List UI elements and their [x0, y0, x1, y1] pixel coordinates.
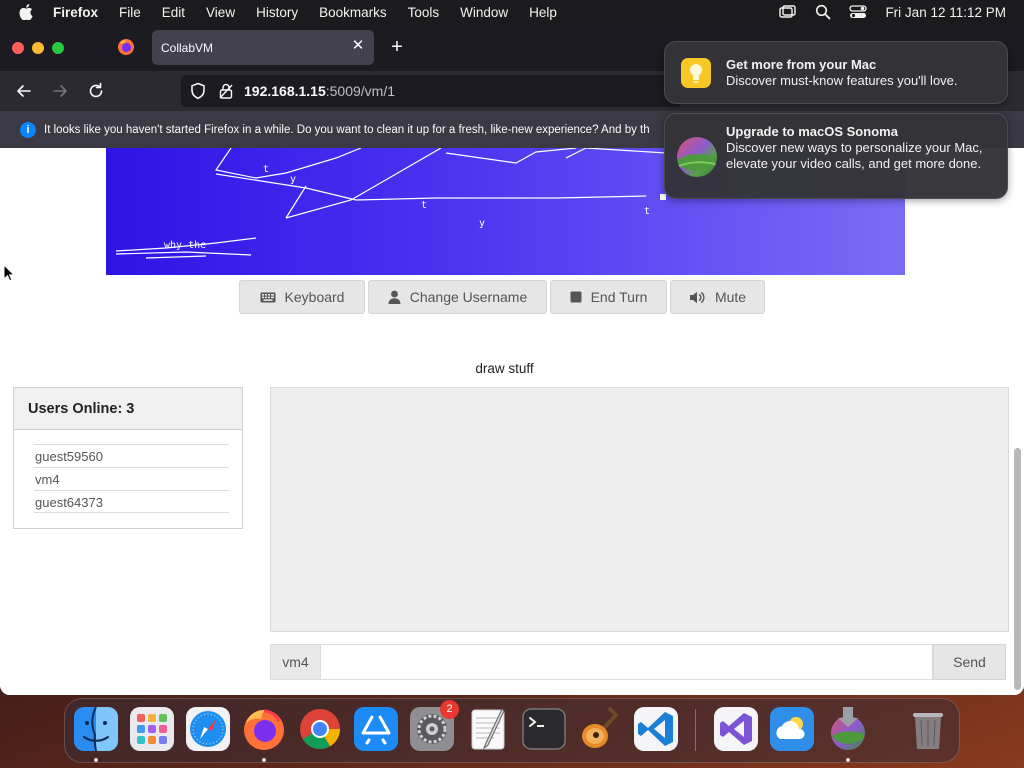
tips-lightbulb-icon	[676, 53, 716, 93]
dock-separator	[695, 709, 696, 751]
menu-firefox[interactable]: Firefox	[53, 5, 98, 20]
users-online-panel: Users Online: 3 guest59560 vm4 guest6437…	[13, 387, 243, 529]
zoom-window-button[interactable]	[52, 41, 64, 54]
speaker-icon	[689, 291, 706, 304]
users-list: guest59560 vm4 guest64373	[14, 430, 242, 513]
address-bar[interactable]: 192.168.1.15:5009/vm/1	[181, 75, 681, 107]
chat-message-input[interactable]	[320, 644, 933, 680]
close-window-button[interactable]	[12, 41, 24, 54]
finder-running-indicator	[94, 758, 98, 762]
vm-scribble-2: y	[290, 174, 296, 185]
firefox-view-icon[interactable]	[117, 38, 135, 56]
menu-file[interactable]: File	[119, 5, 141, 20]
screen-mirroring-icon[interactable]	[779, 4, 797, 20]
spotlight-search-icon[interactable]	[814, 4, 832, 20]
change-username-button[interactable]: Change Username	[368, 280, 547, 314]
infobar-message: It looks like you haven't started Firefo…	[44, 123, 650, 136]
notification-tips[interactable]: Get more from your Mac Discover must-kno…	[664, 41, 1008, 104]
menu-tools[interactable]: Tools	[408, 5, 440, 20]
vm-scribble-1: t	[263, 164, 269, 175]
page-scrollbar[interactable]	[1014, 448, 1021, 690]
minimize-window-button[interactable]	[32, 41, 44, 54]
change-username-button-label: Change Username	[409, 289, 528, 305]
chat-username-label: vm4	[270, 644, 320, 680]
macos-sonoma-icon	[676, 136, 717, 177]
dock-visual-studio-icon[interactable]	[712, 705, 760, 753]
menu-window[interactable]: Window	[460, 5, 508, 20]
mouse-pointer-icon	[3, 263, 16, 282]
page-content: t y t y t why the Keyboard Change Userna…	[0, 148, 1024, 695]
vm-motd: draw stuff	[475, 361, 534, 376]
dock-finder-icon[interactable]	[72, 705, 120, 753]
keyboard-icon	[260, 292, 276, 303]
dock-terminal-icon[interactable]	[520, 705, 568, 753]
tracking-protection-shield-icon[interactable]	[189, 82, 207, 100]
dock: 2	[64, 698, 960, 763]
send-button[interactable]: Send	[933, 644, 1006, 680]
firefox-running-indicator	[262, 758, 266, 762]
insecure-lock-icon[interactable]	[219, 83, 233, 99]
menu-edit[interactable]: Edit	[162, 5, 185, 20]
vm-scribble-3: t	[421, 200, 427, 211]
url-host: 192.168.1.15	[244, 83, 326, 99]
vm-control-buttons: Keyboard Change Username End Turn Mute	[239, 280, 768, 314]
end-turn-button-label: End Turn	[590, 289, 648, 305]
dock-app-store-icon[interactable]	[352, 705, 400, 753]
user-icon	[388, 290, 401, 304]
info-icon: i	[20, 121, 36, 138]
dock-weather-icon[interactable]	[768, 705, 816, 753]
menubar-clock[interactable]: Fri Jan 12 11:12 PM	[885, 5, 1006, 20]
dock-garageband-icon[interactable]	[576, 705, 624, 753]
chat-messages-area[interactable]	[270, 387, 1009, 632]
vm-scribble-5: t	[644, 206, 650, 217]
notification-title: Get more from your Mac	[726, 57, 877, 72]
window-controls	[12, 41, 72, 54]
forward-button[interactable]	[50, 81, 70, 101]
url-path: :5009/vm/1	[325, 83, 396, 99]
dock-textedit-icon[interactable]	[464, 705, 512, 753]
close-tab-icon[interactable]: ✕	[351, 38, 365, 53]
notification-badge: 2	[440, 700, 459, 719]
dock-chrome-icon[interactable]	[296, 705, 344, 753]
tab-collabvm[interactable]: CollabVM ✕	[152, 30, 374, 65]
mute-button-label: Mute	[714, 289, 747, 305]
vm-scribble-4: y	[479, 218, 485, 229]
menu-bookmarks[interactable]: Bookmarks	[319, 5, 387, 20]
apple-logo-icon[interactable]	[19, 2, 39, 22]
user-list-item[interactable]: vm4	[34, 467, 229, 490]
menu-bar: Firefox File Edit View History Bookmarks…	[0, 0, 1024, 24]
reload-button[interactable]	[86, 81, 106, 101]
control-center-icon[interactable]	[849, 4, 868, 20]
new-tab-button[interactable]: +	[387, 37, 407, 57]
stop-icon	[570, 291, 582, 303]
notification-title: Upgrade to macOS Sonoma	[726, 124, 898, 139]
menu-help[interactable]: Help	[529, 5, 557, 20]
chat-input-row: vm4 Send	[270, 644, 1006, 680]
menu-view[interactable]: View	[206, 5, 235, 20]
tab-title: CollabVM	[161, 40, 214, 55]
installer-running-indicator	[846, 758, 850, 762]
mute-button[interactable]: Mute	[670, 280, 765, 314]
notification-body: Discover new ways to personalize your Ma…	[726, 140, 983, 171]
dock-firefox-icon[interactable]	[240, 705, 288, 753]
dock-sonoma-installer-icon[interactable]	[824, 705, 872, 753]
keyboard-button-label: Keyboard	[284, 289, 345, 305]
dock-system-settings-icon[interactable]: 2	[408, 700, 459, 753]
users-online-title: Users Online: 3	[14, 388, 242, 430]
end-turn-button[interactable]: End Turn	[550, 280, 667, 314]
dock-safari-icon[interactable]	[184, 705, 232, 753]
dock-launchpad-icon[interactable]	[128, 705, 176, 753]
back-button[interactable]	[14, 81, 34, 101]
user-list-item[interactable]: guest64373	[34, 490, 229, 513]
notification-sonoma-upgrade[interactable]: Upgrade to macOS Sonoma Discover new way…	[664, 113, 1008, 199]
vm-scribble-6: why the	[164, 240, 206, 251]
dock-vscode-icon[interactable]	[632, 705, 680, 753]
keyboard-button[interactable]: Keyboard	[239, 280, 365, 314]
notification-body: Discover must-know features you'll love.	[726, 73, 958, 88]
user-list-item[interactable]: guest59560	[34, 444, 229, 467]
menu-history[interactable]: History	[256, 5, 298, 20]
dock-trash-icon[interactable]	[904, 705, 952, 753]
